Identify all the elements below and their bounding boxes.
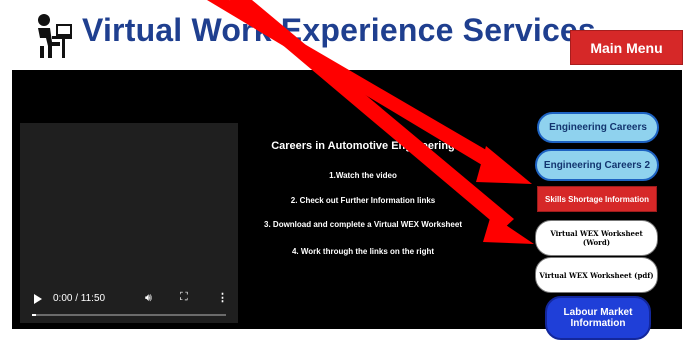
engineering-careers-button[interactable]: Engineering Careers xyxy=(537,112,659,143)
step-1: 1.Watch the video xyxy=(329,171,397,180)
engineering-careers-2-button[interactable]: Engineering Careers 2 xyxy=(535,149,659,181)
header: Virtual Work Experience Services Main Me… xyxy=(0,0,693,70)
skills-shortage-button[interactable]: Skills Shortage Information xyxy=(537,186,657,212)
play-icon[interactable] xyxy=(34,294,42,304)
video-progress-fill xyxy=(32,314,36,316)
step-4: 4. Work through the links on the right xyxy=(291,247,435,256)
person-at-computer-icon xyxy=(38,14,72,58)
volume-icon[interactable]: 🔊︎ xyxy=(145,292,152,305)
worksheet-pdf-button[interactable]: Virtual WEX Worksheet (pdf) xyxy=(535,257,658,293)
instructions-title: Careers in Automotive Engineering xyxy=(271,140,455,152)
site-title: Virtual Work Experience Services xyxy=(82,12,596,48)
labour-market-button[interactable]: Labour Market Information xyxy=(545,296,651,340)
more-options-icon[interactable]: ⋮ xyxy=(217,291,228,304)
fullscreen-icon[interactable]: ⛶ xyxy=(180,291,188,304)
worksheet-word-button[interactable]: Virtual WEX Worksheet (Word) xyxy=(535,220,658,256)
main-menu-button[interactable]: Main Menu xyxy=(570,30,683,65)
video-player[interactable]: 0:00 / 11:50 🔊︎ ⛶ ⋮ xyxy=(20,123,238,323)
step-2: 2. Check out Further Information links xyxy=(290,196,436,205)
video-controls: 0:00 / 11:50 🔊︎ ⛶ ⋮ xyxy=(20,283,238,323)
step-3: 3. Download and complete a Virtual WEX W… xyxy=(264,220,462,229)
video-progress-bar[interactable] xyxy=(32,314,226,316)
video-time: 0:00 / 11:50 xyxy=(53,293,106,304)
